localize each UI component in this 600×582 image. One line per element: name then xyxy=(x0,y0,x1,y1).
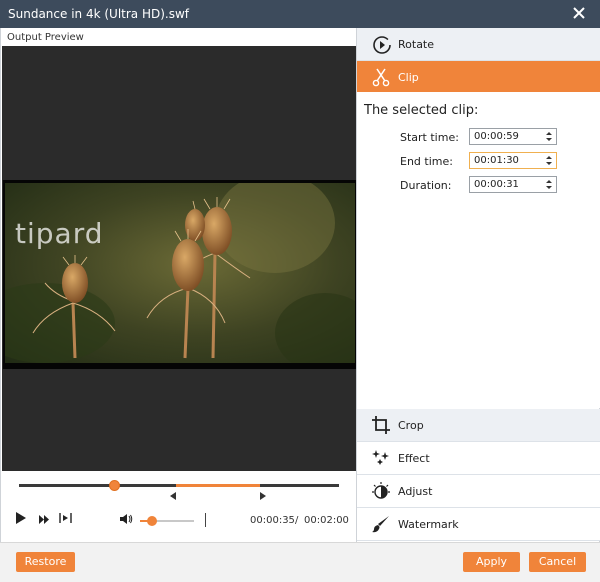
bottom-bar: Restore Apply Cancel xyxy=(0,542,600,582)
tab-clip-label: Clip xyxy=(398,71,419,84)
crop-icon xyxy=(371,415,391,435)
tab-clip[interactable]: Clip xyxy=(357,61,600,94)
tab-effect[interactable]: Effect xyxy=(357,442,600,475)
end-time-field[interactable]: 00:01:30 xyxy=(469,152,557,169)
preview-panel: Output Preview tipard 00:00:35 / 00:02:0… xyxy=(0,28,356,542)
rotate-icon xyxy=(371,34,391,54)
clip-selection-range xyxy=(176,484,261,487)
close-icon[interactable] xyxy=(572,5,586,21)
tab-effect-label: Effect xyxy=(398,452,430,465)
video-frame: tipard xyxy=(3,180,356,369)
start-time-value: 00:00:59 xyxy=(474,131,519,142)
output-preview-label: Output Preview xyxy=(7,32,84,43)
window-title: Sundance in 4k (Ultra HD).swf xyxy=(8,7,190,21)
start-time-field[interactable]: 00:00:59 xyxy=(469,128,557,145)
tab-rotate[interactable]: Rotate xyxy=(357,28,600,61)
volume-handle[interactable] xyxy=(146,516,157,526)
tab-crop[interactable]: Crop xyxy=(357,409,600,442)
title-bar: Sundance in 4k (Ultra HD).swf xyxy=(0,0,600,28)
tipard-watermark-text: tipard xyxy=(15,217,104,250)
restore-button[interactable]: Restore xyxy=(16,552,75,572)
clip-heading: The selected clip: xyxy=(364,103,479,118)
duration-field[interactable]: 00:00:31 xyxy=(469,176,557,193)
sparkle-icon xyxy=(371,448,391,468)
start-time-spinner-icon[interactable] xyxy=(546,131,552,142)
apply-button[interactable]: Apply xyxy=(463,552,520,572)
tab-crop-label: Crop xyxy=(398,419,424,432)
tab-rotate-label: Rotate xyxy=(398,38,435,51)
controls-divider xyxy=(205,513,206,527)
start-time-label: Start time: xyxy=(400,131,459,144)
time-separator: / xyxy=(295,515,299,526)
clip-start-marker[interactable] xyxy=(170,492,177,500)
volume-slider[interactable] xyxy=(140,516,194,526)
tab-adjust[interactable]: Adjust xyxy=(357,475,600,508)
tab-adjust-label: Adjust xyxy=(398,485,433,498)
tools-panel: Rotate Clip The selected clip: Start tim… xyxy=(356,28,600,542)
end-time-value: 00:01:30 xyxy=(474,155,519,166)
tab-watermark[interactable]: Watermark xyxy=(357,508,600,541)
end-time-spinner-icon[interactable] xyxy=(546,155,552,166)
duration-value: 00:00:31 xyxy=(474,179,519,190)
next-frame-icon[interactable] xyxy=(59,512,72,527)
timeline-playhead[interactable] xyxy=(109,480,121,491)
duration-spinner-icon[interactable] xyxy=(546,179,552,190)
current-time: 00:00:35 xyxy=(250,515,295,526)
playback-controls: 00:00:35 / 00:02:00 xyxy=(2,471,356,542)
fast-forward-icon[interactable] xyxy=(39,514,50,527)
video-area: tipard xyxy=(2,46,356,499)
timeline-track[interactable] xyxy=(19,480,339,491)
end-time-label: End time: xyxy=(400,155,453,168)
clip-settings: The selected clip: Start time: 00:00:59 … xyxy=(357,92,600,408)
play-icon[interactable] xyxy=(15,511,27,528)
scissors-icon xyxy=(371,67,391,87)
clip-end-marker[interactable] xyxy=(260,492,267,500)
brightness-icon xyxy=(371,481,391,501)
brush-icon xyxy=(371,514,391,534)
total-time: 00:02:00 xyxy=(304,515,349,526)
tab-watermark-label: Watermark xyxy=(398,518,459,531)
video-preview-image: tipard xyxy=(5,183,355,363)
volume-icon[interactable] xyxy=(120,514,133,527)
duration-label: Duration: xyxy=(400,179,452,192)
cancel-button[interactable]: Cancel xyxy=(529,552,586,572)
